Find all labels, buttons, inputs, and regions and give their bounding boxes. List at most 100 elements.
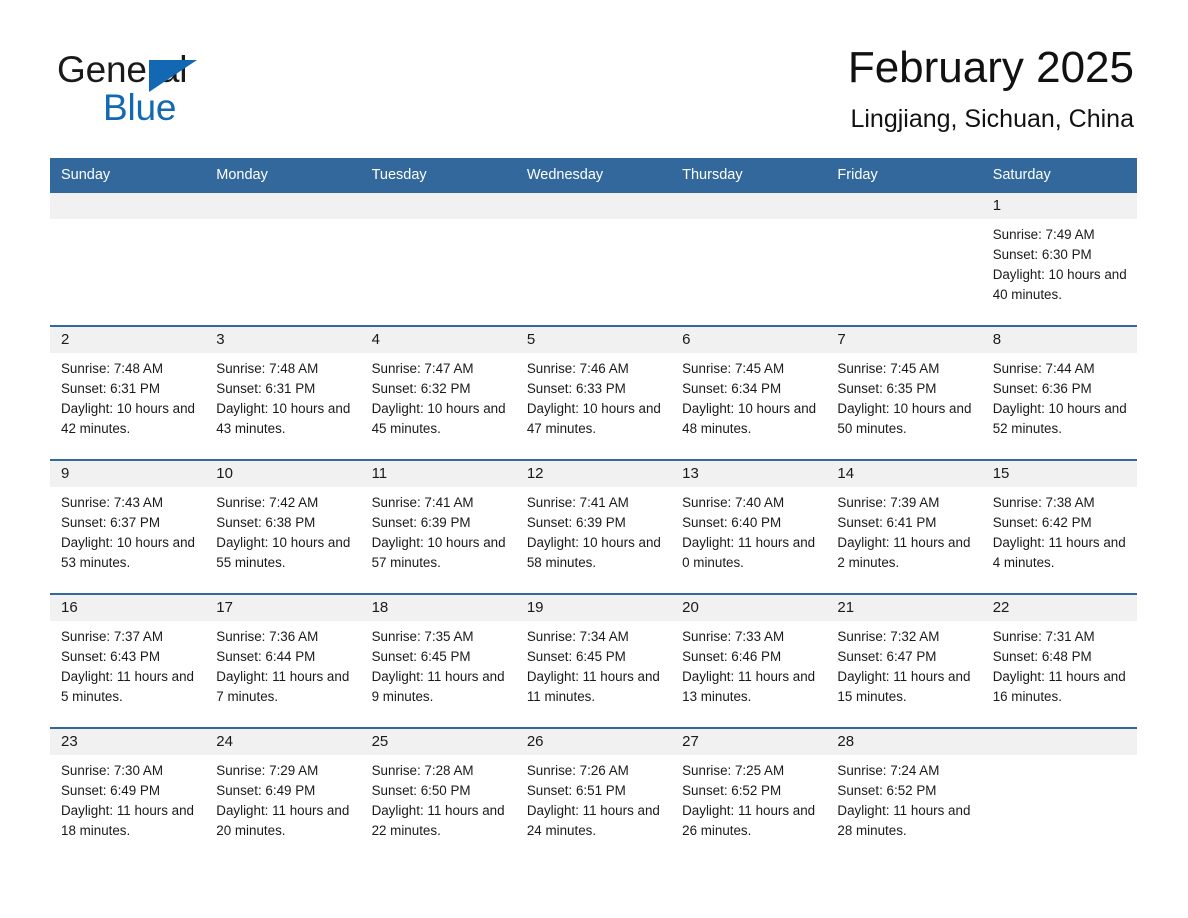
day-cell[interactable]: 5 Sunrise: 7:46 AM Sunset: 6:33 PM Daylight… [515, 325, 672, 459]
day-number: 9 [50, 461, 206, 487]
day-cell[interactable]: 8 Sunrise: 7:44 AM Sunset: 6:36 PM Daylight… [981, 325, 1137, 459]
calendar-cell [671, 191, 827, 325]
day-number [515, 193, 672, 219]
day-cell[interactable]: 7 Sunrise: 7:45 AM Sunset: 6:35 PM Daylight… [826, 325, 982, 459]
day-cell[interactable]: 9 Sunrise: 7:43 AM Sunset: 6:37 PM Daylight… [50, 459, 206, 593]
day-cell[interactable]: 27 Sunrise: 7:25 AM Sunset: 6:52 PM Dayligh… [671, 727, 827, 861]
day-cell[interactable]: 26 Sunrise: 7:26 AM Sunset: 6:51 PM Dayligh… [515, 727, 672, 861]
day-details: Sunrise: 7:41 AM Sunset: 6:39 PM Daylight:… [516, 487, 671, 573]
sunset-text: Sunset: 6:46 PM [682, 649, 782, 664]
day-cell[interactable]: 12 Sunrise: 7:41 AM Sunset: 6:39 PM Dayligh… [515, 459, 672, 593]
day-cell[interactable]: 17 Sunrise: 7:36 AM Sunset: 6:44 PM Dayligh… [205, 593, 361, 727]
day-cell[interactable]: 24 Sunrise: 7:29 AM Sunset: 6:49 PM Dayligh… [205, 727, 361, 861]
daylight-text: Daylight: 10 hours and 53 minutes. [61, 535, 195, 570]
day-details: Sunrise: 7:34 AM Sunset: 6:45 PM Daylight:… [516, 621, 671, 707]
sunset-text: Sunset: 6:49 PM [61, 783, 160, 798]
calendar-cell: 24 Sunrise: 7:29 AM Sunset: 6:49 PM Dayligh… [205, 727, 361, 861]
sunset-text: Sunset: 6:50 PM [371, 783, 471, 798]
day-cell[interactable]: 14 Sunrise: 7:39 AM Sunset: 6:41 PM Dayligh… [826, 459, 982, 593]
sunrise-text: Sunrise: 7:37 AM [61, 629, 163, 644]
day-details: Sunrise: 7:43 AM Sunset: 6:37 PM Daylight:… [50, 487, 205, 573]
day-cell[interactable]: 16 Sunrise: 7:37 AM Sunset: 6:43 PM Dayligh… [50, 593, 206, 727]
day-number: 21 [826, 595, 982, 621]
weekday-header-friday: Friday [826, 158, 982, 191]
sunset-text: Sunset: 6:49 PM [216, 783, 316, 798]
day-details: Sunrise: 7:28 AM Sunset: 6:50 PM Daylight:… [361, 755, 516, 841]
daylight-text: Daylight: 11 hours and 7 minutes. [216, 669, 350, 704]
day-details: Sunrise: 7:31 AM Sunset: 6:48 PM Daylight:… [982, 621, 1137, 707]
calendar-cell: 13 Sunrise: 7:40 AM Sunset: 6:40 PM Dayligh… [671, 459, 827, 593]
day-cell[interactable]: 13 Sunrise: 7:40 AM Sunset: 6:40 PM Dayligh… [671, 459, 827, 593]
calendar-cell: 3 Sunrise: 7:48 AM Sunset: 6:31 PM Daylight… [205, 325, 361, 459]
day-cell[interactable]: 2 Sunrise: 7:48 AM Sunset: 6:31 PM Daylight… [50, 325, 206, 459]
day-cell-empty [360, 191, 516, 325]
sunset-text: Sunset: 6:38 PM [216, 515, 316, 530]
calendar-cell: 23 Sunrise: 7:30 AM Sunset: 6:49 PM Dayligh… [50, 727, 206, 861]
day-details: Sunrise: 7:32 AM Sunset: 6:47 PM Daylight:… [826, 621, 981, 707]
day-number [50, 193, 206, 219]
calendar-cell: 12 Sunrise: 7:41 AM Sunset: 6:39 PM Dayligh… [515, 459, 672, 593]
day-number: 24 [205, 729, 361, 755]
day-details: Sunrise: 7:37 AM Sunset: 6:43 PM Daylight:… [50, 621, 205, 707]
daylight-text: Daylight: 11 hours and 22 minutes. [371, 803, 505, 838]
sunset-text: Sunset: 6:36 PM [992, 381, 1092, 396]
calendar-cell [826, 191, 982, 325]
day-cell[interactable]: 4 Sunrise: 7:47 AM Sunset: 6:32 PM Daylight… [360, 325, 516, 459]
day-cell-empty [205, 191, 361, 325]
day-cell-empty [515, 191, 672, 325]
calendar-week-row: 9 Sunrise: 7:43 AM Sunset: 6:37 PM Daylight… [50, 459, 1137, 593]
day-cell[interactable]: 23 Sunrise: 7:30 AM Sunset: 6:49 PM Dayligh… [50, 727, 206, 861]
daylight-text: Daylight: 11 hours and 9 minutes. [371, 669, 505, 704]
sunset-text: Sunset: 6:41 PM [837, 515, 937, 530]
day-cell[interactable]: 20 Sunrise: 7:33 AM Sunset: 6:46 PM Dayligh… [671, 593, 827, 727]
sunset-text: Sunset: 6:39 PM [371, 515, 471, 530]
daylight-text: Daylight: 10 hours and 45 minutes. [371, 401, 506, 436]
day-details: Sunrise: 7:40 AM Sunset: 6:40 PM Daylight:… [671, 487, 826, 573]
daylight-text: Daylight: 11 hours and 2 minutes. [837, 535, 971, 570]
sunrise-text: Sunrise: 7:43 AM [61, 495, 163, 510]
day-number: 20 [671, 595, 827, 621]
day-details: Sunrise: 7:29 AM Sunset: 6:49 PM Daylight:… [205, 755, 360, 841]
day-cell[interactable]: 28 Sunrise: 7:24 AM Sunset: 6:52 PM Dayligh… [826, 727, 982, 861]
sunrise-text: Sunrise: 7:38 AM [992, 495, 1095, 510]
day-details: Sunrise: 7:25 AM Sunset: 6:52 PM Daylight:… [671, 755, 826, 841]
sunset-text: Sunset: 6:47 PM [837, 649, 937, 664]
daylight-text: Daylight: 11 hours and 15 minutes. [837, 669, 971, 704]
day-cell[interactable]: 22 Sunrise: 7:31 AM Sunset: 6:48 PM Dayligh… [981, 593, 1137, 727]
day-number [826, 193, 982, 219]
day-cell[interactable]: 3 Sunrise: 7:48 AM Sunset: 6:31 PM Daylight… [205, 325, 361, 459]
day-number: 3 [205, 327, 361, 353]
sunset-text: Sunset: 6:48 PM [992, 649, 1092, 664]
sunrise-text: Sunrise: 7:30 AM [61, 763, 163, 778]
sunset-text: Sunset: 6:51 PM [526, 783, 626, 798]
daylight-text: Daylight: 11 hours and 18 minutes. [61, 803, 194, 838]
day-cell[interactable]: 18 Sunrise: 7:35 AM Sunset: 6:45 PM Dayligh… [360, 593, 516, 727]
sunrise-text: Sunrise: 7:24 AM [837, 763, 940, 778]
daylight-text: Daylight: 11 hours and 20 minutes. [216, 803, 350, 838]
calendar-cell [205, 191, 361, 325]
day-cell[interactable]: 10 Sunrise: 7:42 AM Sunset: 6:38 PM Dayligh… [205, 459, 361, 593]
day-cell[interactable]: 1 Sunrise: 7:49 AM Sunset: 6:30 PM Daylight… [981, 191, 1137, 325]
day-cell[interactable]: 21 Sunrise: 7:32 AM Sunset: 6:47 PM Dayligh… [826, 593, 982, 727]
day-number: 22 [981, 595, 1137, 621]
day-details: Sunrise: 7:49 AM Sunset: 6:30 PM Daylight:… [982, 219, 1137, 305]
calendar-cell: 21 Sunrise: 7:32 AM Sunset: 6:47 PM Dayligh… [826, 593, 982, 727]
sunset-text: Sunset: 6:32 PM [371, 381, 471, 396]
day-cell[interactable]: 6 Sunrise: 7:45 AM Sunset: 6:34 PM Daylight… [671, 325, 827, 459]
day-number: 6 [671, 327, 827, 353]
daylight-text: Daylight: 11 hours and 11 minutes. [526, 669, 660, 704]
day-cell[interactable]: 15 Sunrise: 7:38 AM Sunset: 6:42 PM Dayligh… [981, 459, 1137, 593]
daylight-text: Daylight: 10 hours and 48 minutes. [682, 401, 817, 436]
sunset-text: Sunset: 6:45 PM [371, 649, 471, 664]
sunrise-sunset-calendar: Sunday Monday Tuesday Wednesday Thursday… [50, 158, 1137, 861]
day-cell[interactable]: 25 Sunrise: 7:28 AM Sunset: 6:50 PM Dayligh… [360, 727, 516, 861]
day-number: 16 [50, 595, 206, 621]
day-cell[interactable]: 19 Sunrise: 7:34 AM Sunset: 6:45 PM Dayligh… [515, 593, 672, 727]
day-number: 25 [360, 729, 516, 755]
sunrise-text: Sunrise: 7:45 AM [682, 361, 785, 376]
sunrise-text: Sunrise: 7:26 AM [526, 763, 629, 778]
day-number: 17 [205, 595, 361, 621]
day-cell[interactable]: 11 Sunrise: 7:41 AM Sunset: 6:39 PM Dayligh… [360, 459, 516, 593]
page-title: February 2025 [847, 43, 1134, 92]
sunrise-text: Sunrise: 7:44 AM [992, 361, 1095, 376]
